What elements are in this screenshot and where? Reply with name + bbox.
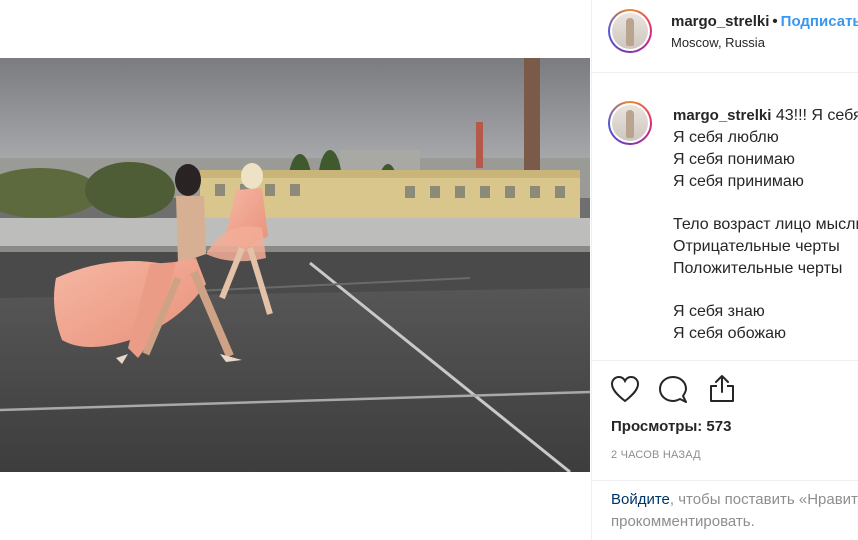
comment-icon[interactable] — [658, 375, 688, 410]
caption-line: Положительные черты — [673, 260, 843, 277]
login-prompt: Войдите, чтобы поставить «Нравится» или … — [592, 480, 858, 540]
caption-username[interactable]: margo_strelki — [673, 107, 771, 124]
video-frame — [0, 58, 590, 472]
header-username[interactable]: margo_strelki — [671, 13, 769, 30]
avatar[interactable] — [608, 9, 652, 53]
post-header: margo_strelki•Подписаться Moscow, Russia — [592, 0, 858, 73]
caption: margo_strelki 43!!! Я себя вижу Я себя л… — [592, 73, 858, 361]
caption-first-text: 43!!! Я себя вижу — [775, 107, 858, 124]
login-link[interactable]: Войдите — [611, 491, 670, 508]
caption-line: Я себя принимаю — [673, 173, 804, 190]
header-user-line: margo_strelki•Подписаться — [671, 13, 858, 31]
login-line-1: Войдите, чтобы поставить «Нравится» или — [611, 491, 858, 508]
views-count[interactable]: Просмотры: 573 — [611, 418, 731, 435]
post-video[interactable] — [0, 58, 590, 472]
caption-avatar[interactable] — [608, 101, 652, 145]
post-sidebar: margo_strelki•Подписаться Moscow, Russia… — [592, 0, 858, 540]
caption-line: Отрицательные черты — [673, 238, 840, 255]
caption-line: Я себя люблю — [673, 129, 779, 146]
caption-first-line: margo_strelki 43!!! Я себя вижу — [673, 107, 858, 125]
caption-line: Я себя знаю — [673, 303, 765, 320]
caption-line: Я себя понимаю — [673, 151, 795, 168]
follow-button[interactable]: Подписаться — [781, 13, 858, 30]
location-link[interactable]: Moscow, Russia — [671, 35, 765, 50]
caption-line: Тело возраст лицо мысли — [673, 216, 858, 233]
heart-icon[interactable] — [610, 375, 640, 408]
login-line-2: прокомментировать. — [611, 513, 755, 530]
caption-line: Я себя обожаю — [673, 325, 787, 342]
header-dot: • — [772, 13, 778, 30]
post-timestamp[interactable]: 2 ЧАСОВ НАЗАД — [611, 449, 701, 461]
login-rest: , чтобы поставить «Нравится» или — [669, 491, 858, 508]
post-actions: Просмотры: 573 2 ЧАСОВ НАЗАД — [592, 360, 858, 481]
share-icon[interactable] — [708, 373, 736, 408]
